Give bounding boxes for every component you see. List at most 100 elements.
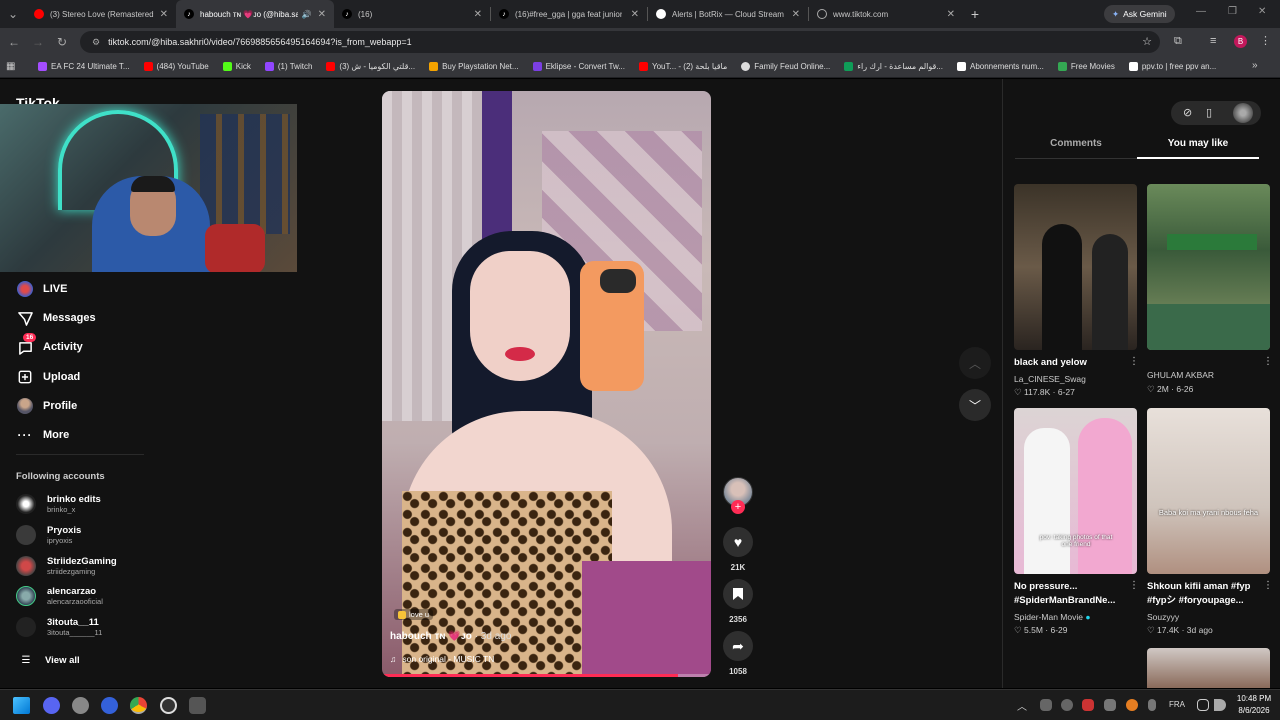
view-all-link[interactable]: ☰ View all	[16, 651, 80, 669]
clock-time[interactable]: 10:48 PM	[1232, 694, 1276, 703]
site-info-icon[interactable]: ⚙	[92, 37, 100, 48]
following-account[interactable]: StriidezGaming striidezgaming	[16, 556, 117, 576]
windows-start-icon[interactable]	[13, 697, 30, 714]
profile-avatar[interactable]: B	[1234, 35, 1247, 48]
device-icon[interactable]: ▯	[1206, 106, 1212, 119]
url-bar[interactable]: ⚙ tiktok.com/@hiba.sakhri0/video/7669885…	[80, 31, 1160, 53]
chrome-icon[interactable]	[130, 697, 147, 714]
extensions-icon[interactable]: ⧉	[1174, 35, 1182, 48]
tray-chevron-up-icon[interactable]: ︿	[1017, 698, 1027, 713]
bookmark-item[interactable]: ppv.to | free ppv an...	[1128, 62, 1216, 71]
maximize-button[interactable]: ❐	[1228, 6, 1237, 17]
clock-date[interactable]: 8/6/2026	[1232, 706, 1276, 715]
tab-close-icon[interactable]: ✕	[312, 9, 326, 20]
nav-profile[interactable]: Profile	[16, 397, 77, 415]
tab-close-icon[interactable]: ✕	[468, 9, 482, 20]
speaker-icon[interactable]: 🔊	[302, 10, 312, 19]
tray-mic-icon[interactable]	[1148, 699, 1156, 711]
video-player[interactable]: love u habouch ᴛɴ 💗ᴊᴏ · 3d ago ♫ son ori…	[382, 91, 711, 677]
bookmark-item[interactable]: قوالم مساعدة - ارك راء...	[844, 62, 943, 71]
ask-gemini-button[interactable]: ✦ Ask Gemini	[1104, 5, 1175, 23]
video-card-title[interactable]: black and yelow	[1014, 356, 1129, 370]
bookmark-item[interactable]: (484) YouTube	[143, 62, 209, 71]
video-card-title[interactable]: Shkoun kifii aman #fyp #fypシ #foryoupage…	[1147, 580, 1262, 608]
following-account[interactable]: brinko edits brinko_x	[16, 494, 101, 514]
video-card-author[interactable]: Spider-Man Movie ●	[1014, 612, 1091, 622]
bookmark-item[interactable]: Abonnements num...	[957, 62, 1044, 71]
media-controls-icon[interactable]: ≡	[1210, 35, 1216, 47]
bookmark-item[interactable]: EA FC 24 Ultimate T...	[38, 62, 130, 71]
bookmark-star-icon[interactable]: ☆	[1142, 35, 1152, 48]
save-button[interactable]	[723, 579, 753, 609]
card-more-icon[interactable]: ⋮	[1129, 580, 1139, 591]
video-card-thumbnail[interactable]	[1014, 184, 1137, 350]
new-tab-button[interactable]: +	[963, 6, 987, 22]
tab-botrix[interactable]: Alerts | BotRix — Cloud Stream ✕	[648, 0, 808, 28]
tray-app-icon[interactable]	[1040, 699, 1052, 711]
forward-icon[interactable]: →	[26, 30, 50, 54]
language-indicator[interactable]: FRA	[1169, 700, 1185, 709]
bookmarks-overflow-icon[interactable]: »	[1252, 60, 1258, 71]
tray-app-icon[interactable]	[1104, 699, 1116, 711]
card-more-icon[interactable]: ⋮	[1263, 356, 1273, 367]
ea-app-icon[interactable]	[101, 697, 118, 714]
bookmark-item[interactable]: Family Feud Online...	[741, 62, 830, 71]
back-icon[interactable]: ←	[2, 30, 26, 54]
nav-upload[interactable]: Upload	[16, 368, 80, 386]
nav-activity[interactable]: 16 Activity	[16, 333, 83, 356]
tab-comments[interactable]: Comments	[1015, 135, 1137, 159]
video-card-author[interactable]: La_CINESE_Swag	[1014, 374, 1086, 384]
tab-you-may-like[interactable]: You may like	[1137, 135, 1259, 159]
follow-plus-button[interactable]: +	[731, 500, 745, 514]
tab-tiktok-active[interactable]: ♪ habouch ᴛɴ 💗ᴊᴏ (@hiba.sa 🔊 ✕	[176, 0, 334, 28]
tray-app-icon[interactable]	[1082, 699, 1094, 711]
browser-menu-icon[interactable]: ⋮	[1260, 34, 1271, 47]
bookmark-item[interactable]: Kick	[222, 62, 251, 71]
following-account[interactable]: Pryoxis ipryoxis	[16, 525, 81, 545]
bookmark-item[interactable]: Buy Playstation Net...	[429, 62, 519, 71]
app-grid-icon[interactable]	[189, 697, 206, 714]
tray-app-icon[interactable]	[1061, 699, 1073, 711]
previous-video-button[interactable]: ︿	[959, 347, 991, 379]
video-music[interactable]: ♫ son original - MUSIC TN	[390, 654, 494, 664]
obs-icon[interactable]	[160, 697, 177, 714]
video-card-title[interactable]: No pressure... #SpiderManBrandNe...	[1014, 580, 1129, 608]
video-card-thumbnail[interactable]: Baba koi ma yrani nbous feha	[1147, 408, 1270, 574]
bookmark-item[interactable]: YouT... - ماقيا بلحة (2)	[639, 62, 727, 71]
following-account[interactable]: 3itouta__11 3itouta______11	[16, 617, 102, 637]
video-card-thumbnail[interactable]: pov: taking photos of that one friend	[1014, 408, 1137, 574]
discord-icon[interactable]	[43, 697, 60, 714]
video-author[interactable]: habouch ᴛɴ 💗ᴊᴏ · 3d ago	[390, 631, 511, 642]
bookmark-item[interactable]: Eklipse - Convert Tw...	[532, 62, 625, 71]
like-button[interactable]: ♥	[723, 527, 753, 557]
video-progress-track[interactable]	[382, 674, 711, 677]
card-more-icon[interactable]: ⋮	[1129, 356, 1139, 367]
tray-app-icon[interactable]	[1126, 699, 1138, 711]
minimize-button[interactable]: —	[1196, 6, 1206, 17]
tab-close-icon[interactable]: ✕	[786, 9, 800, 20]
tab-close-icon[interactable]: ✕	[154, 9, 168, 20]
following-account[interactable]: alencarzao alencarzaooficial	[16, 586, 103, 606]
volume-icon[interactable]	[1214, 699, 1226, 711]
user-avatar[interactable]	[1233, 103, 1253, 123]
tab-search-icon[interactable]: ⌄	[0, 2, 26, 26]
tab-16[interactable]: ♪ (16) ✕	[334, 0, 490, 28]
bookmark-item[interactable]: (3) قلتي الكوميا - ش...	[326, 62, 415, 71]
settings-gear-icon[interactable]	[72, 697, 89, 714]
video-card-author[interactable]: GHULAM AKBAR	[1147, 370, 1214, 380]
video-card-thumbnail[interactable]	[1147, 648, 1270, 688]
video-card-thumbnail[interactable]	[1147, 184, 1270, 350]
tab-close-icon[interactable]: ✕	[941, 9, 955, 20]
tab-close-icon[interactable]: ✕	[625, 9, 639, 20]
network-icon[interactable]	[1197, 699, 1209, 711]
nav-messages[interactable]: Messages	[16, 309, 96, 327]
tab-tiktok-www[interactable]: www.tiktok.com ✕	[809, 0, 963, 28]
tab-free-gga[interactable]: ♪ (16)#free_gga | gga feat junior ✕	[491, 0, 647, 28]
nav-live[interactable]: LIVE	[16, 280, 67, 298]
bookmark-item[interactable]: (1) Twitch	[264, 62, 312, 71]
tab-youtube[interactable]: (3) Stereo Love (Remastered Ve ✕	[26, 0, 176, 28]
close-window-button[interactable]: ✕	[1258, 6, 1266, 17]
apps-grid-icon[interactable]: ▦	[6, 61, 30, 72]
compass-icon[interactable]: ⊘	[1183, 106, 1192, 119]
share-button[interactable]: ➦	[723, 631, 753, 661]
